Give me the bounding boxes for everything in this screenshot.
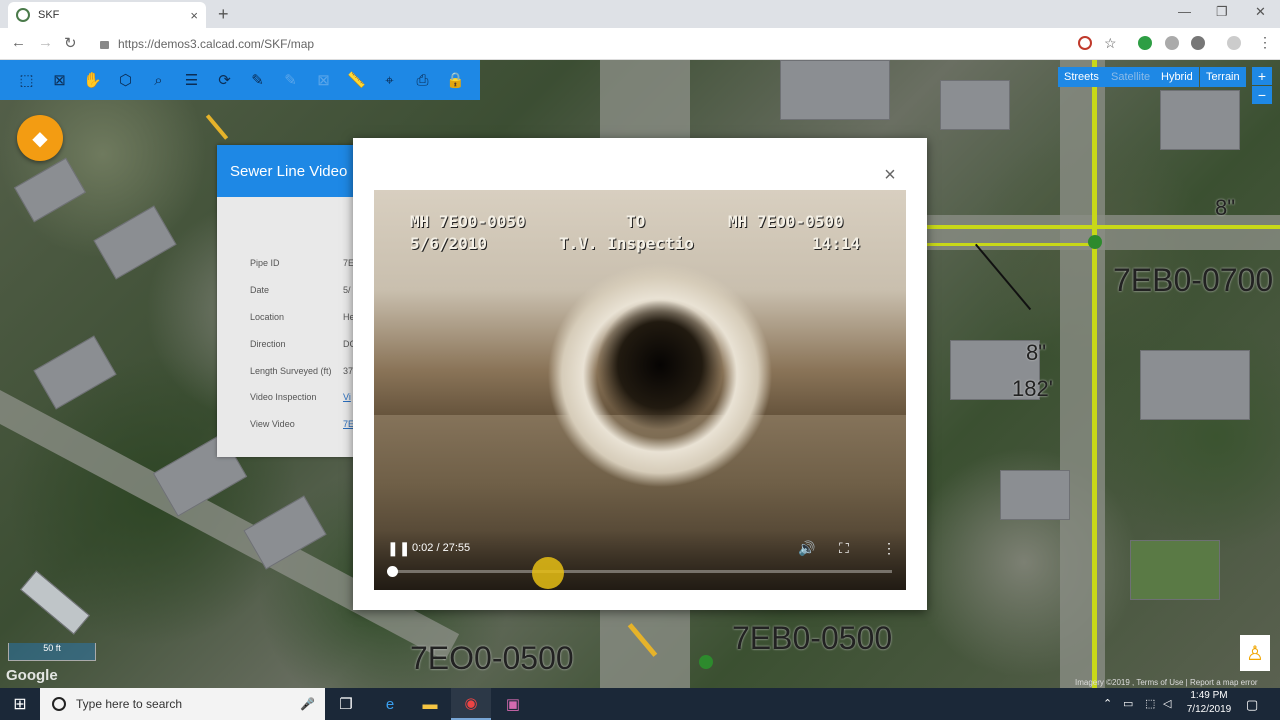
tab-title: SKF xyxy=(38,9,60,21)
layers-database-icon[interactable]: ☰ xyxy=(175,60,208,100)
field-label: Date xyxy=(250,285,270,295)
clear-selection-icon[interactable]: ⊠ xyxy=(43,60,76,100)
field-label: Pipe ID xyxy=(250,258,280,268)
menu-icon[interactable]: ⋮ xyxy=(1258,34,1272,51)
google-logo: Google xyxy=(6,667,58,684)
network-icon[interactable]: ⬚ xyxy=(1145,697,1155,710)
select-rectangle-icon[interactable]: ⬚ xyxy=(10,60,43,100)
draw-icon[interactable]: ✎ xyxy=(274,60,307,100)
layers-icon: ◆ xyxy=(32,127,48,150)
map-scale: 50 ft xyxy=(8,643,96,661)
field-label: Length Surveyed (ft) xyxy=(250,366,332,376)
task-view-icon[interactable]: ❐ xyxy=(326,688,366,720)
back-icon[interactable]: ← xyxy=(11,34,26,51)
profile-avatar-icon[interactable] xyxy=(1227,36,1241,50)
taskbar-clock[interactable]: 1:49 PM 7/12/2019 xyxy=(1178,689,1240,717)
field-value: 5/ xyxy=(343,285,351,295)
forward-icon[interactable]: → xyxy=(38,34,53,51)
bookmark-star-icon[interactable]: ☆ xyxy=(1104,35,1117,52)
url-field[interactable]: https://demos3.calcad.com/SKF/map xyxy=(100,33,1070,55)
taskbar-search[interactable]: Type here to search 🎤 xyxy=(40,688,325,720)
video-overlay-text: T.V. Inspectio xyxy=(559,234,694,253)
site-favicon-icon xyxy=(16,8,30,22)
refresh-icon[interactable]: ⟳ xyxy=(208,60,241,100)
map-type-hybrid[interactable]: Hybrid xyxy=(1155,67,1199,87)
measure-ruler-icon[interactable]: 📏 xyxy=(340,60,373,100)
pipe-size-label: 8" xyxy=(1215,195,1236,220)
zoom-in-button[interactable]: + xyxy=(1252,67,1272,85)
volume-icon[interactable]: 🔊 xyxy=(798,540,815,557)
location-icon[interactable] xyxy=(1078,36,1092,50)
close-modal-button[interactable]: × xyxy=(876,161,904,189)
notifications-icon[interactable]: ▢ xyxy=(1246,697,1258,713)
extension-icon[interactable] xyxy=(1138,36,1152,50)
mouse-cursor-highlight xyxy=(532,557,564,589)
close-window-icon[interactable]: ✕ xyxy=(1255,4,1266,20)
delete-icon[interactable]: ⊠ xyxy=(307,60,340,100)
map-toolbar: ⬚ ⊠ ✋ ⬡ ⌕ ☰ ⟳ ✎ ✎ ⊠ 📏 ⌖ ⎙ 🔒 xyxy=(0,60,480,100)
field-value: 37 xyxy=(343,366,354,376)
clock-time: 1:49 PM xyxy=(1190,690,1228,701)
chrome-browser-icon[interactable]: ◉ xyxy=(451,688,491,720)
video-progress-handle[interactable] xyxy=(387,566,398,577)
recorder-app-icon[interactable]: ▣ xyxy=(493,688,533,720)
map-type-terrain[interactable]: Terrain xyxy=(1200,67,1246,87)
pipe-length-label: 182' xyxy=(1012,376,1053,401)
battery-icon[interactable]: ▭ xyxy=(1123,697,1133,710)
windows-start-icon[interactable]: ⊞ xyxy=(0,688,40,720)
pipe-id-label: 7EB0-0500 xyxy=(732,620,893,656)
zoom-out-button[interactable]: − xyxy=(1252,86,1272,104)
select-polygon-icon[interactable]: ⬡ xyxy=(109,60,142,100)
edge-browser-icon[interactable]: e xyxy=(370,688,410,720)
file-explorer-icon[interactable]: ▬ xyxy=(410,688,450,720)
field-label: View Video xyxy=(250,419,295,429)
browser-tab[interactable]: SKF × xyxy=(8,2,206,28)
map-type-streets[interactable]: Streets xyxy=(1058,67,1105,87)
video-overlay-text: 5/6/2010 xyxy=(410,234,488,253)
video-player[interactable]: MH 7EO0-0050 TO MH 7EO0-0500 5/6/2010 T.… xyxy=(374,190,906,590)
video-overlay-text: 14:14 xyxy=(812,234,861,253)
pause-icon[interactable]: ❚❚ xyxy=(387,540,410,557)
clock-date: 7/12/2019 xyxy=(1186,704,1232,715)
minimize-icon[interactable]: — xyxy=(1178,4,1191,19)
reload-icon[interactable]: ↻ xyxy=(64,34,77,52)
video-overlay-text: MH 7EO0-0500 xyxy=(728,212,844,231)
layers-button[interactable]: ◆ xyxy=(17,115,63,161)
field-label: Direction xyxy=(250,339,286,349)
field-label: Video Inspection xyxy=(250,392,317,402)
edit-icon[interactable]: ✎ xyxy=(241,60,274,100)
close-tab-icon[interactable]: × xyxy=(190,8,198,23)
fullscreen-icon[interactable]: ⛶ xyxy=(839,540,849,557)
pipe-id-label: 7EO0-0500 xyxy=(410,640,574,676)
pipe-id-label: 7EB0-0700 xyxy=(1113,262,1274,298)
pipe-size-label: 8" xyxy=(1026,340,1047,365)
cortana-icon xyxy=(52,697,66,711)
new-tab-button[interactable]: + xyxy=(218,4,229,25)
volume-tray-icon[interactable]: ◁ xyxy=(1163,697,1171,710)
tray-chevron-icon[interactable]: ⌃ xyxy=(1103,697,1112,710)
video-inspection-link[interactable]: Vi xyxy=(343,392,351,402)
extension-icon[interactable] xyxy=(1165,36,1179,50)
video-time: 0:02 / 27:55 xyxy=(412,542,471,554)
video-overlay-text: TO xyxy=(626,212,646,231)
print-icon[interactable]: ⎙ xyxy=(406,60,439,100)
lock-icon[interactable]: 🔒 xyxy=(439,60,472,100)
street-view-pegman-icon[interactable]: ♙ xyxy=(1240,635,1270,671)
video-overlay-text: MH 7EO0-0050 xyxy=(410,212,526,231)
field-label: Location xyxy=(250,312,285,322)
lock-icon xyxy=(100,41,109,49)
pan-hand-icon[interactable]: ✋ xyxy=(76,60,109,100)
url-text: https://demos3.calcad.com/SKF/map xyxy=(118,37,315,51)
map-type-satellite[interactable]: Satellite xyxy=(1105,67,1157,87)
extension-icon[interactable] xyxy=(1191,36,1205,50)
maximize-icon[interactable]: ❐ xyxy=(1216,4,1228,20)
microphone-icon[interactable]: 🎤 xyxy=(300,697,315,711)
map-pin-icon[interactable]: ⌖ xyxy=(373,60,406,100)
taskbar-search-placeholder: Type here to search xyxy=(76,697,183,711)
video-controls xyxy=(374,530,906,590)
search-icon[interactable]: ⌕ xyxy=(142,60,175,100)
video-progress-bar[interactable] xyxy=(392,570,892,573)
map-terms[interactable]: Imagery ©2019 , Terms of Use | Report a … xyxy=(1075,678,1258,687)
more-options-icon[interactable]: ⋮ xyxy=(882,540,896,557)
